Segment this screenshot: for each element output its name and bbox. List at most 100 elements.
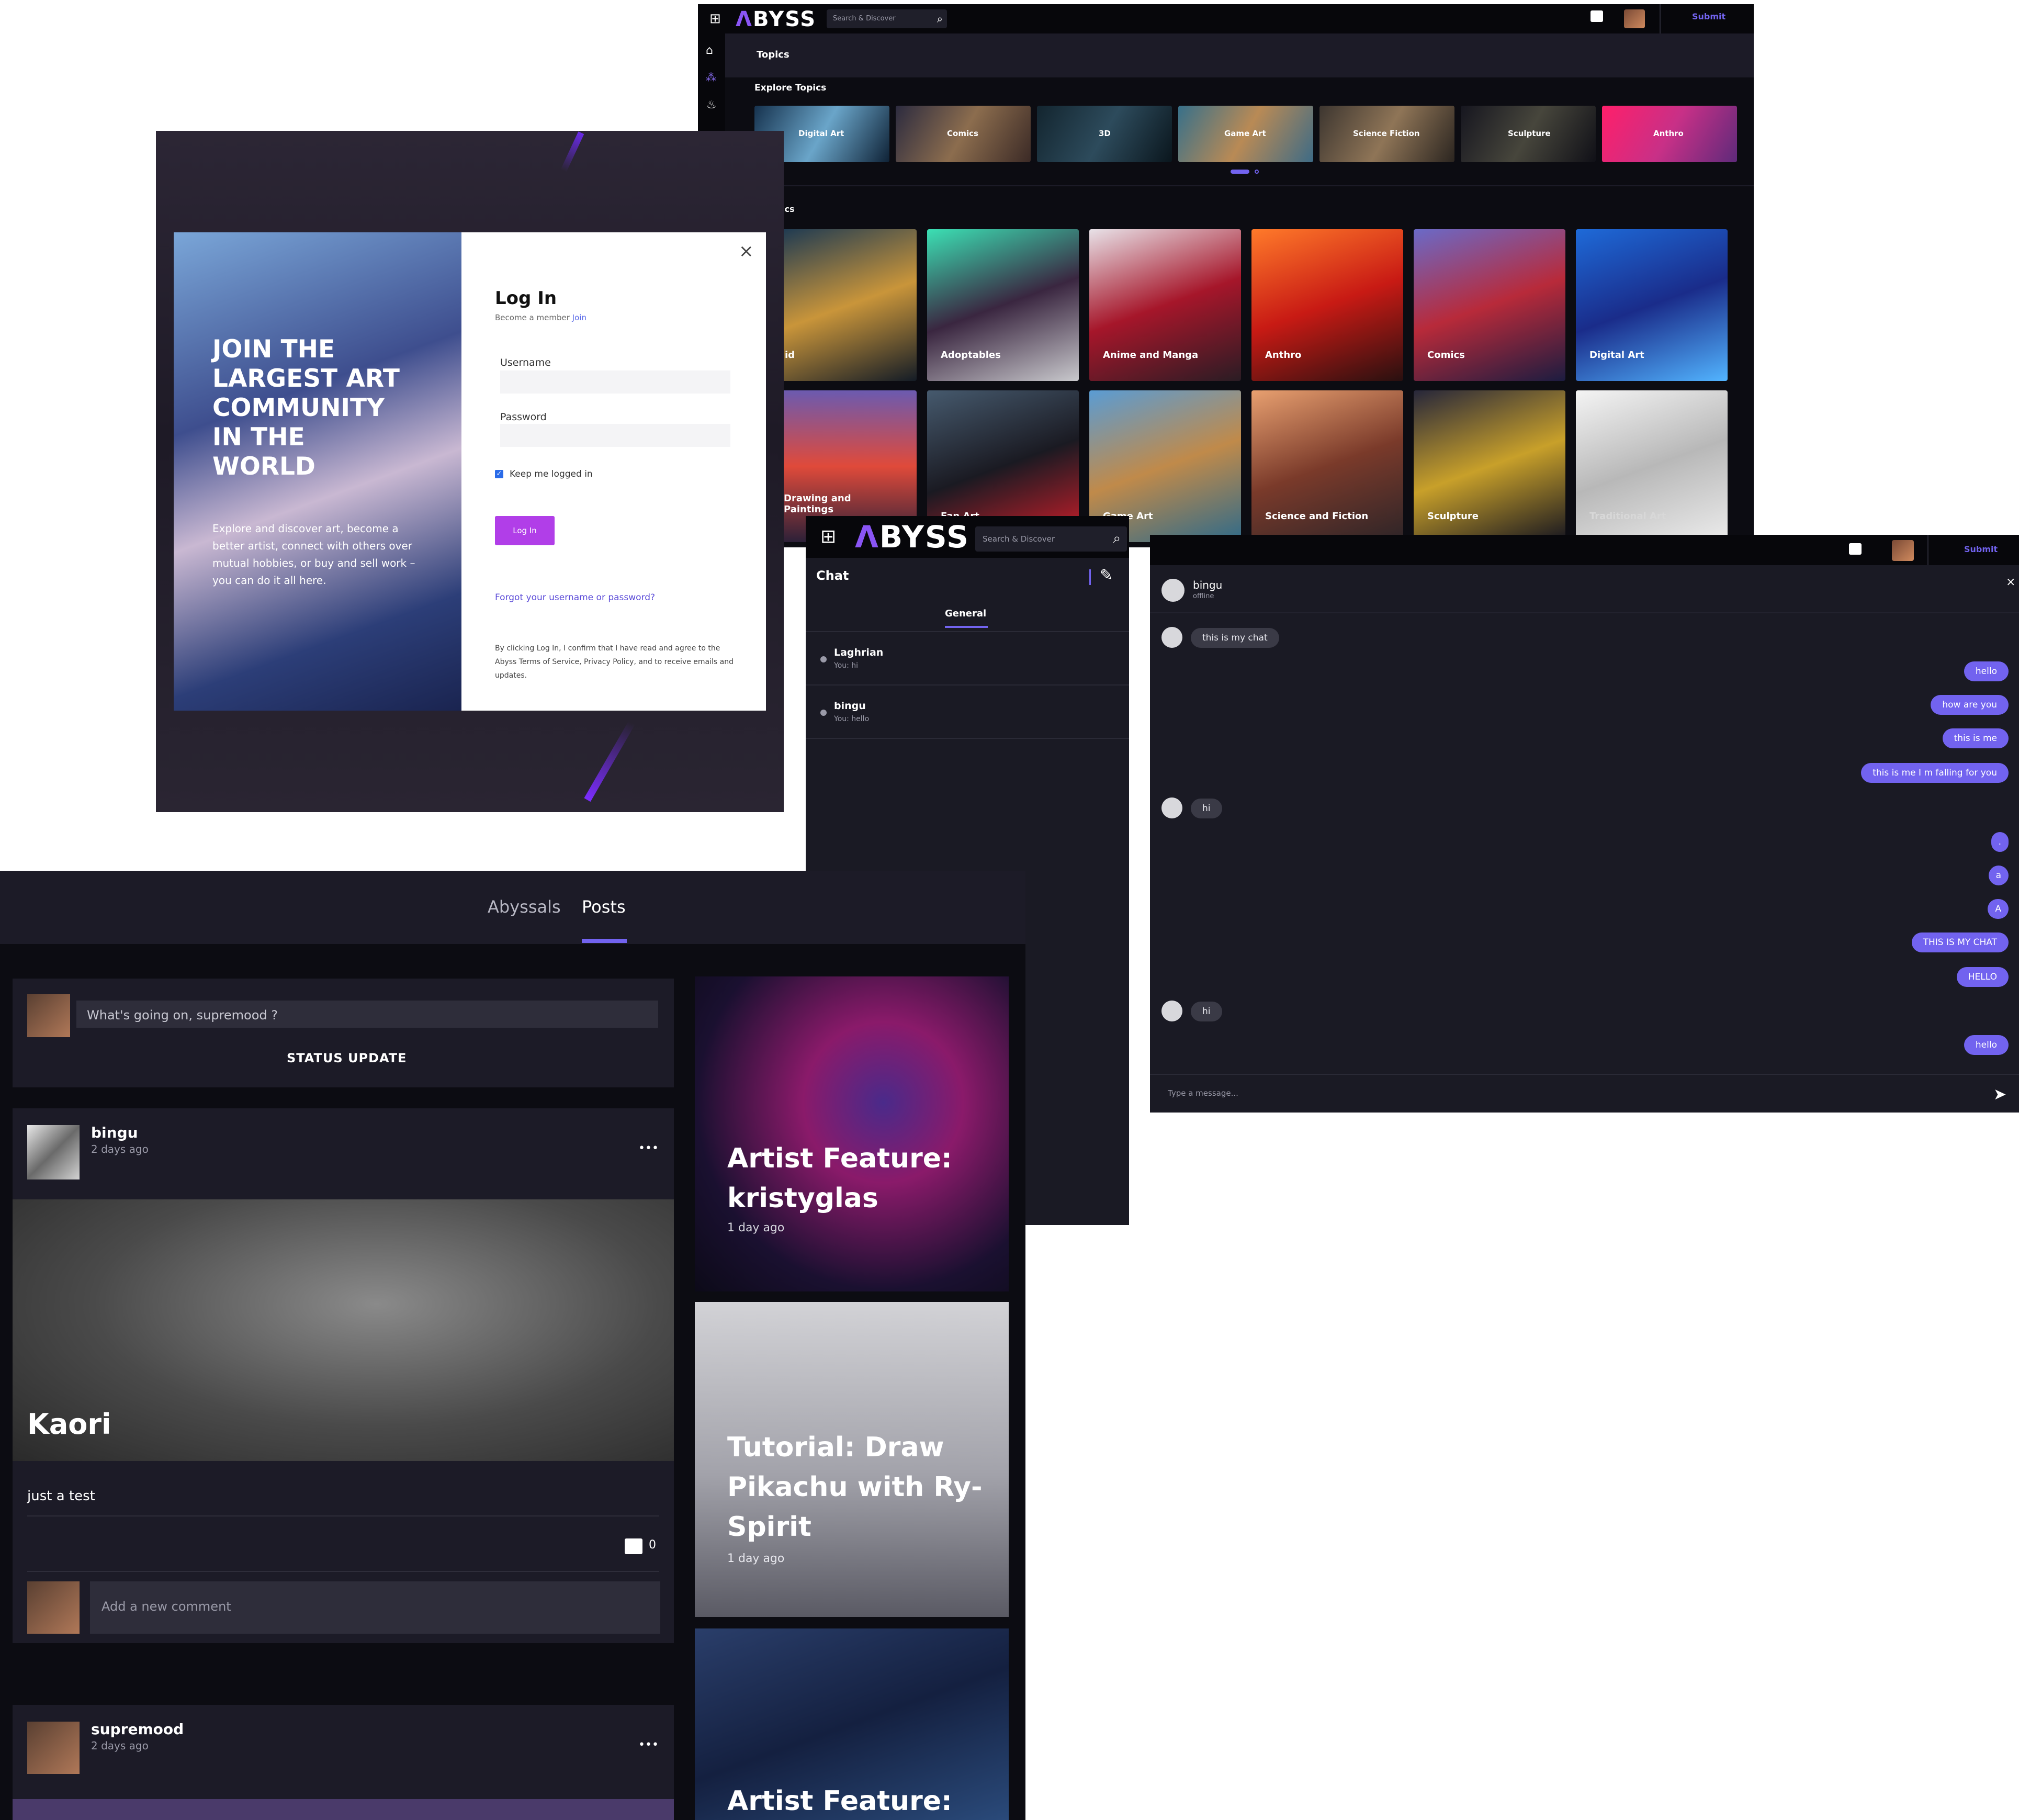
send-icon[interactable]: ➤ (1993, 1085, 2006, 1104)
fire-icon[interactable]: ♨ (706, 98, 717, 111)
tab-abyssals[interactable]: Abyssals (488, 897, 561, 917)
chat-header-divider (1089, 569, 1091, 585)
feature-title: Artist Feature: kristyglas (727, 1143, 952, 1214)
message-outgoing: hello (1964, 661, 2009, 681)
login-title: Log In (495, 288, 557, 309)
tab-underline (582, 939, 627, 943)
search-icon[interactable]: ⌕ (937, 13, 943, 25)
topic-card-anthro[interactable]: Anthro (1251, 229, 1403, 381)
sender-avatar (1161, 1001, 1182, 1021)
carousel-tile-game-art[interactable]: Game Art (1178, 106, 1313, 162)
keep-logged-checkbox[interactable]: ✓ (495, 470, 503, 478)
post-divider (27, 1515, 659, 1516)
status-input[interactable]: What's going on, supremood ? (76, 1001, 658, 1028)
section-divider (725, 185, 1754, 186)
avatar[interactable] (1892, 540, 1914, 561)
topic-card-adoptables[interactable]: Adoptables (927, 229, 1079, 381)
message-incoming: hi (1191, 799, 1222, 818)
chat-item[interactable]: bingu You: hello (806, 686, 1129, 739)
topics-icon[interactable]: ⁂ (706, 71, 716, 84)
feature-card[interactable]: Artist Feature: (695, 1628, 1009, 1820)
user-avatar (27, 994, 70, 1037)
new-chat-icon[interactable]: ✎ (1100, 566, 1113, 585)
close-icon[interactable]: × (2006, 576, 2015, 589)
topic-card-science-and-fiction[interactable]: Science and Fiction (1251, 390, 1403, 542)
brand-logo[interactable]: ΛBYSS (736, 7, 816, 31)
carousel-tile-sculpture[interactable]: Sculpture (1461, 106, 1596, 162)
message-outgoing: a (1988, 866, 2009, 885)
more-options-icon[interactable]: ••• (638, 1738, 659, 1751)
commenter-avatar (27, 1581, 80, 1634)
submit-button[interactable]: Submit (1692, 12, 1725, 21)
forgot-link[interactable]: Forgot your username or password? (495, 592, 655, 603)
topics-page: ⊞ ΛBYSS Search & Discover ⌕ Submit ⌂ ⁂ ♨… (698, 4, 1754, 547)
search-input[interactable]: Search & Discover ⌕ (827, 9, 947, 28)
status-input-placeholder: What's going on, supremood ? (87, 1008, 278, 1023)
brand-logo[interactable]: ΛBYSS (855, 519, 969, 555)
apps-grid-icon[interactable]: ⊞ (820, 526, 836, 547)
hero-blurb: Explore and discover art, become a bette… (212, 522, 415, 587)
feature-card[interactable]: Artist Feature: kristyglas 1 day ago (695, 976, 1009, 1291)
password-label: Password (500, 411, 547, 423)
carousel-dot-active[interactable] (1231, 170, 1249, 174)
chat-item-name: Laghrian (834, 647, 884, 658)
chat-topbar: ⊞ ΛBYSS Search & Discover ⌕ (806, 516, 1129, 558)
submit-button[interactable]: Submit (1964, 544, 1998, 554)
status-update-button[interactable]: STATUS UPDATE (287, 1051, 407, 1065)
message-incoming: this is my chat (1191, 628, 1279, 648)
post-image[interactable] (13, 1799, 674, 1820)
home-icon[interactable]: ⌂ (706, 44, 713, 57)
tab-general[interactable]: General (945, 608, 986, 619)
feed-tabs-bar: Abyssals Posts (0, 871, 1025, 944)
comment-icon[interactable] (625, 1538, 642, 1554)
topic-card-3d[interactable]: id (782, 229, 917, 381)
carousel-dot[interactable] (1255, 170, 1259, 174)
login-hero-image: JOIN THE LARGEST ART COMMUNITY IN THE WO… (174, 232, 461, 711)
join-link[interactable]: Join (572, 313, 586, 322)
tab-posts[interactable]: Posts (582, 897, 626, 917)
message-outgoing: A (1988, 899, 2009, 919)
message-input[interactable]: Type a message... (1150, 1075, 1977, 1113)
password-field[interactable] (500, 424, 730, 447)
search-input[interactable]: Search & Discover ⌕ (975, 526, 1127, 552)
chat-icon[interactable] (1591, 10, 1603, 22)
chat-item[interactable]: Laghrian You: hi (806, 632, 1129, 686)
topic-card-comics[interactable]: Comics (1414, 229, 1565, 381)
nav-divider (1927, 535, 1928, 565)
username-field[interactable] (500, 370, 730, 394)
login-button[interactable]: Log In (495, 516, 555, 545)
chat-icon[interactable] (1849, 543, 1862, 555)
chat-partner-name: bingu (1193, 579, 1223, 591)
sender-avatar (1161, 627, 1182, 648)
keep-logged-label: Keep me logged in (510, 469, 593, 479)
feed-page: Abyssals Posts What's going on, supremoo… (0, 871, 1025, 1820)
chat-item-name: bingu (834, 700, 866, 712)
close-icon[interactable]: × (739, 241, 754, 262)
carousel-tile-anthro[interactable]: Anthro (1602, 106, 1737, 162)
author-avatar[interactable] (27, 1125, 80, 1179)
explore-title: Explore Topics (754, 83, 827, 93)
author-avatar[interactable] (27, 1722, 80, 1774)
post-author[interactable]: supremood (91, 1721, 184, 1738)
carousel-tile-comics[interactable]: Comics (896, 106, 1031, 162)
carousel-tile-science-fiction[interactable]: Science Fiction (1319, 106, 1454, 162)
more-options-icon[interactable]: ••• (638, 1142, 659, 1155)
topic-card-digital-art[interactable]: Digital Art (1576, 229, 1728, 381)
apps-grid-icon[interactable]: ⊞ (709, 12, 724, 26)
topic-card-sculpture[interactable]: Sculpture (1414, 390, 1565, 542)
post-author[interactable]: bingu (91, 1124, 138, 1141)
chat-item-preview: You: hello (834, 715, 870, 723)
post-time: 2 days ago (91, 1739, 149, 1752)
topic-card-anime-and-manga[interactable]: Anime and Manga (1089, 229, 1241, 381)
page-title: Topics (757, 49, 789, 60)
username-label: Username (500, 357, 551, 368)
comment-input[interactable]: Add a new comment (90, 1581, 660, 1634)
avatar[interactable] (1624, 9, 1645, 28)
topic-card-traditional-art[interactable]: Traditional Art (1576, 390, 1728, 542)
search-icon[interactable]: ⌕ (1113, 531, 1121, 547)
carousel-tile-3d[interactable]: 3D (1037, 106, 1172, 162)
feature-card[interactable]: Tutorial: Draw Pikachu with Ry-Spirit 1 … (695, 1302, 1009, 1617)
decor-streak (584, 721, 635, 802)
post-image[interactable]: Kaori (13, 1199, 674, 1461)
feature-time: 1 day ago (727, 1552, 785, 1565)
